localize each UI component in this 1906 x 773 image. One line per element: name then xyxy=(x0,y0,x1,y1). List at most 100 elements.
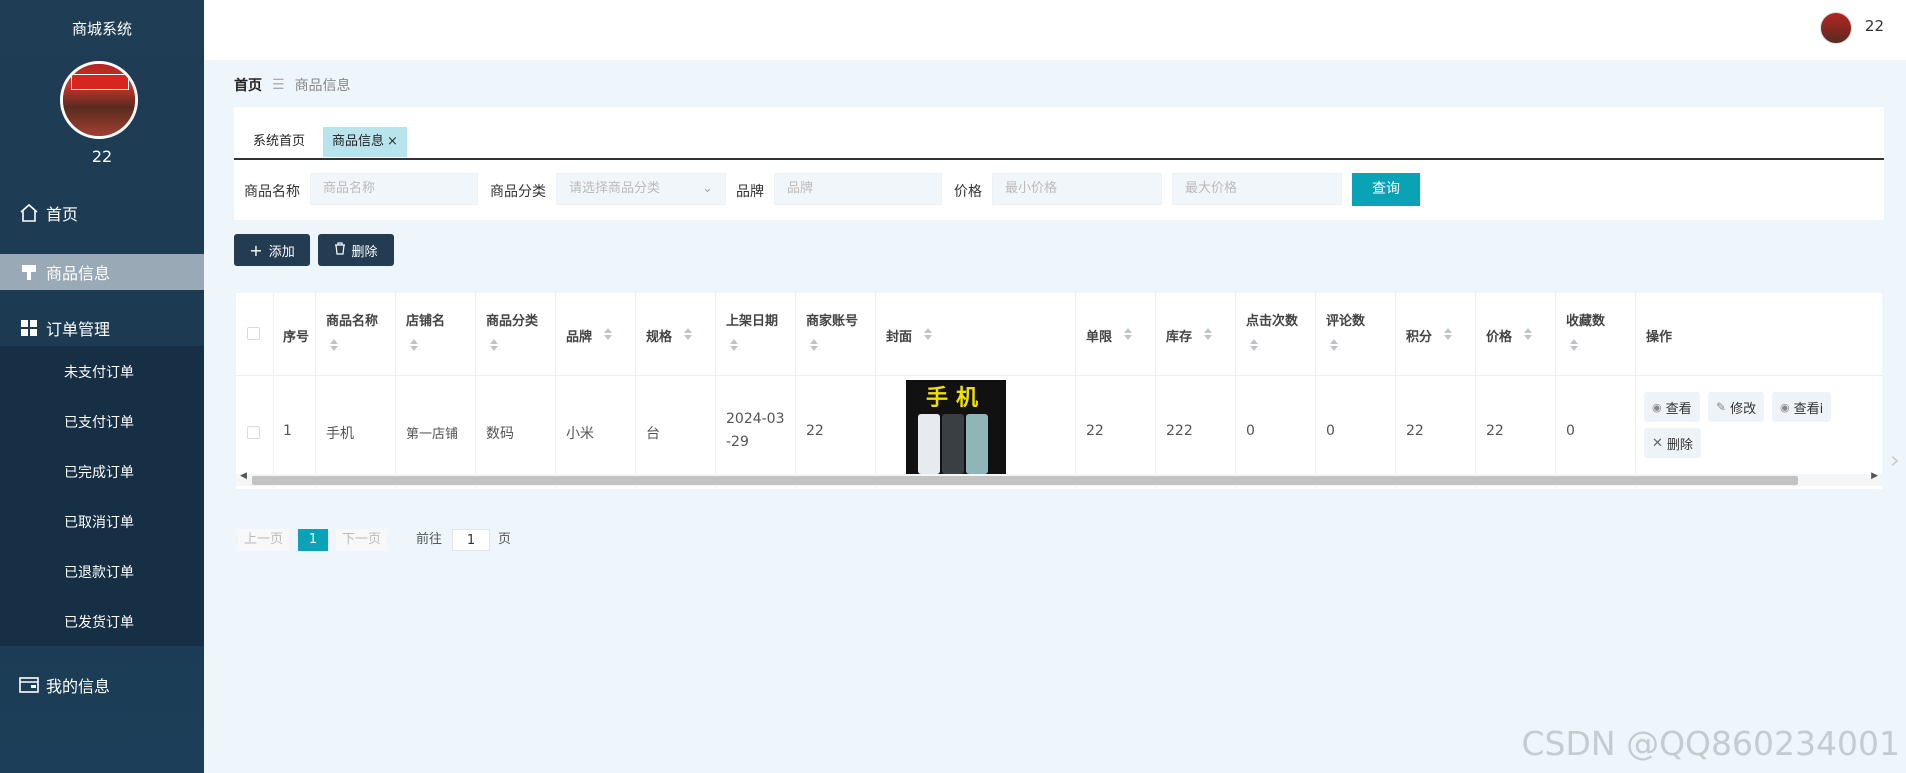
min-price-input[interactable]: 最小价格 xyxy=(992,173,1162,205)
grid-icon xyxy=(18,317,40,339)
price-label: 价格 xyxy=(954,184,982,200)
name-label: 商品名称 xyxy=(244,184,300,200)
query-button[interactable]: 查询 xyxy=(1352,173,1420,206)
header-shop: 店铺名 xyxy=(406,314,446,329)
order-submenu: 未支付订单 已支付订单 已完成订单 已取消订单 已退款订单 已发货订单 xyxy=(0,346,204,646)
header-cell: 操作 xyxy=(1636,293,1882,375)
row-checkbox[interactable] xyxy=(247,426,260,439)
sort-icon[interactable] xyxy=(490,339,498,351)
submenu-item-refunded[interactable]: 已退款订单 xyxy=(64,562,134,582)
sort-icon[interactable] xyxy=(330,339,338,351)
name-input[interactable]: 商品名称 xyxy=(310,173,478,205)
tab-bar: 系统首页 商品信息 × xyxy=(234,107,1884,160)
user-avatar[interactable] xyxy=(1820,12,1852,44)
tab-goods[interactable]: 商品信息 × xyxy=(323,127,407,157)
add-button[interactable]: + 添加 xyxy=(234,234,310,266)
breadcrumb: 首页 ☰ 商品信息 xyxy=(234,75,351,95)
app-title: 商城系统 xyxy=(71,20,132,38)
header-cell xyxy=(236,293,274,375)
scroll-thumb[interactable] xyxy=(252,476,1798,485)
header-cell: 库存 xyxy=(1156,293,1236,375)
scroll-right-icon[interactable]: ▶ xyxy=(1871,471,1878,481)
sort-icon[interactable] xyxy=(1570,339,1578,351)
table-row: 1 手机 第一店铺 数码 小米 台 2024-03 -29 22 手机 22 2… xyxy=(236,376,1882,488)
sort-icon[interactable] xyxy=(1444,328,1452,340)
sidebar-item-goods[interactable]: 商品信息 xyxy=(0,254,204,290)
cell-price: 22 xyxy=(1486,423,1504,439)
sort-icon[interactable] xyxy=(1124,328,1132,340)
cell: 第一店铺 xyxy=(396,376,476,488)
cell: 小米 xyxy=(556,376,636,488)
prev-page-button[interactable]: 上一页 xyxy=(238,529,290,551)
close-icon[interactable]: × xyxy=(387,134,398,149)
cell-brand: 小米 xyxy=(566,426,594,442)
sort-icon[interactable] xyxy=(604,328,612,340)
submenu-item-paid[interactable]: 已支付订单 xyxy=(64,412,134,432)
header-cell: 价格 xyxy=(1476,293,1556,375)
sort-icon[interactable] xyxy=(1250,339,1258,351)
header-cover: 封面 xyxy=(886,330,913,345)
sidebar-item-label: 商品信息 xyxy=(46,264,111,283)
header-cell: 积分 xyxy=(1396,293,1476,375)
close-icon: ✕ xyxy=(1652,435,1663,451)
sort-icon[interactable] xyxy=(730,339,738,351)
cell-category: 数码 xyxy=(486,426,514,442)
header-cell: 序号 xyxy=(274,293,316,375)
cell: 0 xyxy=(1316,376,1396,488)
select-all-checkbox[interactable] xyxy=(247,327,260,340)
delete-button[interactable]: 删除 xyxy=(318,234,394,266)
sort-icon[interactable] xyxy=(684,328,692,340)
tab-label: 系统首页 xyxy=(253,134,306,149)
avatar xyxy=(60,61,138,139)
brand-input[interactable]: 品牌 xyxy=(774,173,942,205)
scroll-left-icon[interactable]: ◀ xyxy=(240,471,247,481)
sidebar-item-me[interactable]: 我的信息 xyxy=(0,667,204,703)
view-detail-button[interactable]: ◉ 查看i xyxy=(1772,392,1832,422)
goto-page-input[interactable]: 1 xyxy=(452,529,490,551)
category-select[interactable]: 请选择商品分类 ⌄ xyxy=(556,173,726,205)
add-label: 添加 xyxy=(268,244,295,260)
cover-image[interactable]: 手机 xyxy=(906,380,1006,480)
cell-date-cont: -29 xyxy=(726,434,749,450)
edit-button[interactable]: ✎ 修改 xyxy=(1708,392,1765,422)
sidebar-item-home[interactable]: 首页 xyxy=(0,195,204,231)
cell: 台 xyxy=(636,376,716,488)
view-button[interactable]: ◉ 查看 xyxy=(1644,392,1700,422)
cell: 1 xyxy=(274,376,316,488)
home-icon xyxy=(18,202,40,224)
header-category: 商品分类 xyxy=(486,314,539,329)
header-date: 上架日期 xyxy=(726,314,779,329)
submenu-item-completed[interactable]: 已完成订单 xyxy=(64,462,134,482)
sort-icon[interactable] xyxy=(810,339,818,351)
header-cell: 商品分类 xyxy=(476,293,556,375)
next-page-button[interactable]: 下一页 xyxy=(336,529,388,551)
cell: 0 xyxy=(1556,376,1636,488)
submenu-item-shipped[interactable]: 已发货订单 xyxy=(64,612,134,632)
submenu-item-cancelled[interactable]: 已取消订单 xyxy=(64,512,134,532)
edit-label: 修改 xyxy=(1730,401,1757,417)
sidebar-item-orders[interactable]: 订单管理 xyxy=(0,310,204,346)
page-number[interactable]: 1 xyxy=(298,529,328,551)
sort-icon[interactable] xyxy=(1204,328,1212,340)
category-placeholder: 请选择商品分类 xyxy=(569,181,661,196)
header-spec: 规格 xyxy=(646,330,673,345)
max-price-input[interactable]: 最大价格 xyxy=(1172,173,1342,205)
tab-home[interactable]: 系统首页 xyxy=(244,127,314,157)
sort-icon[interactable] xyxy=(1524,328,1532,340)
brand-label: 品牌 xyxy=(736,184,764,200)
view-detail-label: 查看i xyxy=(1793,401,1824,417)
header-clicks: 点击次数 xyxy=(1246,314,1299,329)
sidebar: 商城系统 22 首页 商品信息 订单管理 未支付订单 已支付订单 已完成订单 已… xyxy=(0,0,204,773)
sort-icon[interactable] xyxy=(410,339,418,351)
submenu-item-unpaid[interactable]: 未支付订单 xyxy=(64,362,134,382)
sort-icon[interactable] xyxy=(1330,339,1338,351)
breadcrumb-home[interactable]: 首页 xyxy=(234,75,262,95)
horizontal-scrollbar[interactable]: ◀ ▶ xyxy=(236,471,1882,486)
row-delete-button[interactable]: ✕ 删除 xyxy=(1644,428,1701,458)
top-username[interactable]: 22 xyxy=(1865,17,1884,35)
delete-label: 删除 xyxy=(351,244,378,260)
sort-icon[interactable] xyxy=(924,328,932,340)
cell-points: 22 xyxy=(1406,423,1424,439)
tab-label: 商品信息 xyxy=(332,134,385,149)
chevron-right-icon[interactable]: › xyxy=(1890,446,1900,474)
